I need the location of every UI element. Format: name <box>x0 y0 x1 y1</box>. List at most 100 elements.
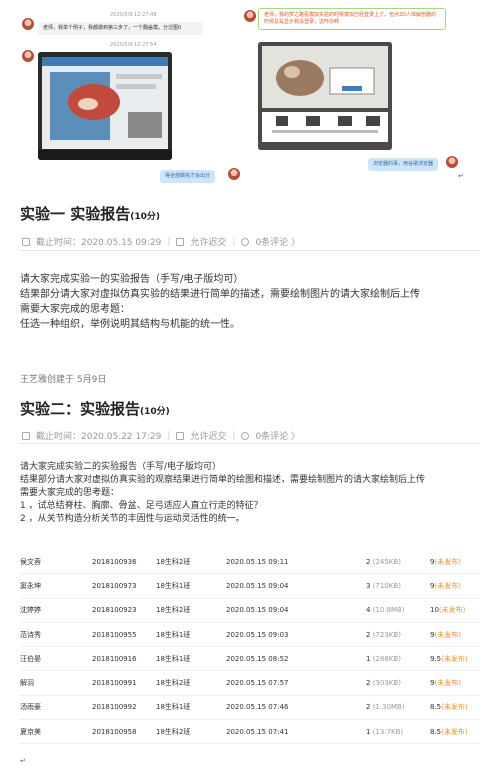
file-cell[interactable]: 2 (1.30MB) <box>366 695 430 721</box>
avatar <box>228 168 240 180</box>
student-id: 2018100991 <box>92 670 156 696</box>
description-line: 请大家完成实验一的实验报告（手写/电子版均可） <box>20 274 244 285</box>
file-size: (245KB) <box>372 557 401 566</box>
assignment-2-title: 实验二：实验报告(10分) <box>20 398 170 419</box>
comments-link[interactable]: 0条评论 〉 <box>255 429 300 442</box>
file-cell[interactable]: 2 (723KB) <box>366 622 430 648</box>
score-cell: 9(未发布) <box>430 670 480 696</box>
paragraph-mark: ↵ <box>458 172 464 180</box>
message-timestamp: 2020/5/9 12:27:48 <box>110 12 157 18</box>
file-cell[interactable]: 2 (303KB) <box>366 670 430 696</box>
score: 10 <box>430 606 439 615</box>
submit-time: 2020.05.15 09:04 <box>226 573 366 599</box>
student-class: 18生科2班 <box>156 598 226 623</box>
file-cell[interactable]: 2 (245KB) <box>366 550 430 575</box>
file-count: 2 <box>366 703 371 712</box>
comments-link[interactable]: 0条评论 〉 <box>255 235 300 248</box>
status-badge: (未发布) <box>434 581 461 590</box>
file-size: (710KB) <box>372 581 401 590</box>
deadline-text: 截止时间：2020.05.15 09:29 <box>36 238 162 248</box>
submit-time: 2020.05.15 08:52 <box>226 646 366 672</box>
submissions-table: 侯文蓉 2018100936 18生科2班 2020.05.15 09:11 2… <box>20 550 480 745</box>
file-size: (288KB) <box>372 654 401 663</box>
file-size: (723KB) <box>372 630 401 639</box>
student-id: 2018100955 <box>92 622 156 648</box>
table-row[interactable]: 沈婷婷 2018100923 18生科2班 2020.05.15 09:04 4… <box>20 598 480 623</box>
submit-time: 2020.05.15 09:04 <box>226 598 366 623</box>
file-cell[interactable]: 1 (13.7KB) <box>366 719 430 745</box>
student-name: 汪伯晏 <box>20 646 92 672</box>
separator: | <box>232 236 236 247</box>
file-count: 2 <box>366 557 371 566</box>
assignment-2-meta: 截止时间：2020.05.22 17:29 | 允许迟交 | 0条评论 〉 <box>22 429 300 442</box>
score: 9.5 <box>430 654 442 663</box>
file-count: 4 <box>366 606 371 615</box>
description-line: 需要大家完成的思考题： <box>20 304 130 315</box>
assignment-title-text: 实验一 实验报告 <box>20 205 131 223</box>
student-name: 窦永坤 <box>20 573 92 599</box>
student-name: 汤雨豪 <box>20 695 92 721</box>
description-line: 请大家完成实验二的实验报告（手写/电子版均可） <box>20 462 222 472</box>
student-id: 2018100923 <box>92 598 156 623</box>
avatar <box>446 156 458 168</box>
status-badge: (未发布) <box>438 606 466 615</box>
assignment-title-text: 实验二：实验报告 <box>20 400 141 418</box>
description-line: 2 ，从关节构造分析关节的丰固性与运动灵活性的统一。 <box>20 514 245 524</box>
status-badge: (未发布) <box>434 630 461 639</box>
late-submit-icon <box>176 431 185 440</box>
student-class: 18生科1班 <box>156 622 226 648</box>
score-cell: 10(未发布) <box>430 598 480 623</box>
student-name: 解羽 <box>20 670 92 696</box>
table-row[interactable]: 夏京美 2018100958 18生科2班 2020.05.15 07:41 1… <box>20 719 480 745</box>
student-id: 2018100936 <box>92 550 156 575</box>
assignment-1-description: 请大家完成实验一的实验报告（手写/电子版均可） 结果部分请大家对虚拟仿真实验的结… <box>20 272 482 332</box>
file-size: (10.8MB) <box>372 606 405 615</box>
comment-icon <box>241 237 250 246</box>
file-count: 1 <box>366 727 371 736</box>
file-cell[interactable]: 3 (710KB) <box>366 573 430 599</box>
score-cell: 9(未发布) <box>430 550 480 575</box>
status-badge: (未发布) <box>441 703 468 712</box>
chat-message: 得全部做完才会出分 <box>160 170 216 183</box>
comment-icon <box>241 431 250 440</box>
table-row[interactable]: 侯文蓉 2018100936 18生科2班 2020.05.15 09:11 2… <box>20 550 480 575</box>
description-line: 任选一种组织，举例说明其结构与机能的统一性。 <box>20 319 240 330</box>
description-line: 结果部分请大家对虚拟仿真实验的观察结果进行简单的绘图和描述，需要绘制图片的请大家… <box>20 475 426 485</box>
score-cell: 9(未发布) <box>430 622 480 648</box>
paragraph-mark: ↵ <box>20 757 26 765</box>
status-badge: (未发布) <box>441 727 468 736</box>
student-class: 18生科1班 <box>156 573 226 599</box>
score-cell: 9.5(未发布) <box>430 646 480 672</box>
student-name: 侯文蓉 <box>20 550 92 575</box>
student-id: 2018100992 <box>92 695 156 721</box>
hourglass-icon <box>22 237 30 246</box>
screenshot-image[interactable] <box>38 52 172 160</box>
file-size: (13.7KB) <box>372 727 404 736</box>
file-cell[interactable]: 1 (288KB) <box>366 646 430 672</box>
status-badge: (未发布) <box>434 679 461 688</box>
assignment-score: (10分) <box>140 407 170 417</box>
table-row[interactable]: 汪伯晏 2018100916 18生科1班 2020.05.15 08:52 1… <box>20 646 480 672</box>
score-cell: 8.5(未发布) <box>430 695 480 721</box>
file-count: 3 <box>366 581 371 590</box>
screenshot-image[interactable] <box>258 42 392 150</box>
student-name: 夏京美 <box>20 719 92 745</box>
late-policy-text: 允许迟交 <box>190 432 227 442</box>
divider <box>20 443 480 444</box>
student-id: 2018100973 <box>92 573 156 599</box>
score: 8.5 <box>430 703 442 712</box>
table-row[interactable]: 解羽 2018100991 18生科2班 2020.05.15 07:57 2 … <box>20 670 480 696</box>
table-row[interactable]: 汤雨豪 2018100992 18生科1班 2020.05.15 07:46 2… <box>20 695 480 721</box>
submit-time: 2020.05.15 09:11 <box>226 550 366 575</box>
student-class: 18生科2班 <box>156 719 226 745</box>
student-class: 18生科1班 <box>156 646 226 672</box>
file-cell[interactable]: 4 (10.8MB) <box>366 598 430 623</box>
table-row[interactable]: 窦永坤 2018100973 18生科1班 2020.05.15 09:04 3… <box>20 573 480 599</box>
student-id: 2018100958 <box>92 719 156 745</box>
assignment-score: (10分) <box>130 212 160 222</box>
table-row[interactable]: 范诗秀 2018100955 18生科1班 2020.05.15 09:03 2… <box>20 622 480 648</box>
avatar <box>22 18 34 30</box>
description-line: 结果部分请大家对虚拟仿真实验的结果进行简单的描述，需要绘制图片的请大家绘制后上传 <box>20 289 420 300</box>
file-count: 2 <box>366 630 371 639</box>
submit-time: 2020.05.15 07:41 <box>226 719 366 745</box>
